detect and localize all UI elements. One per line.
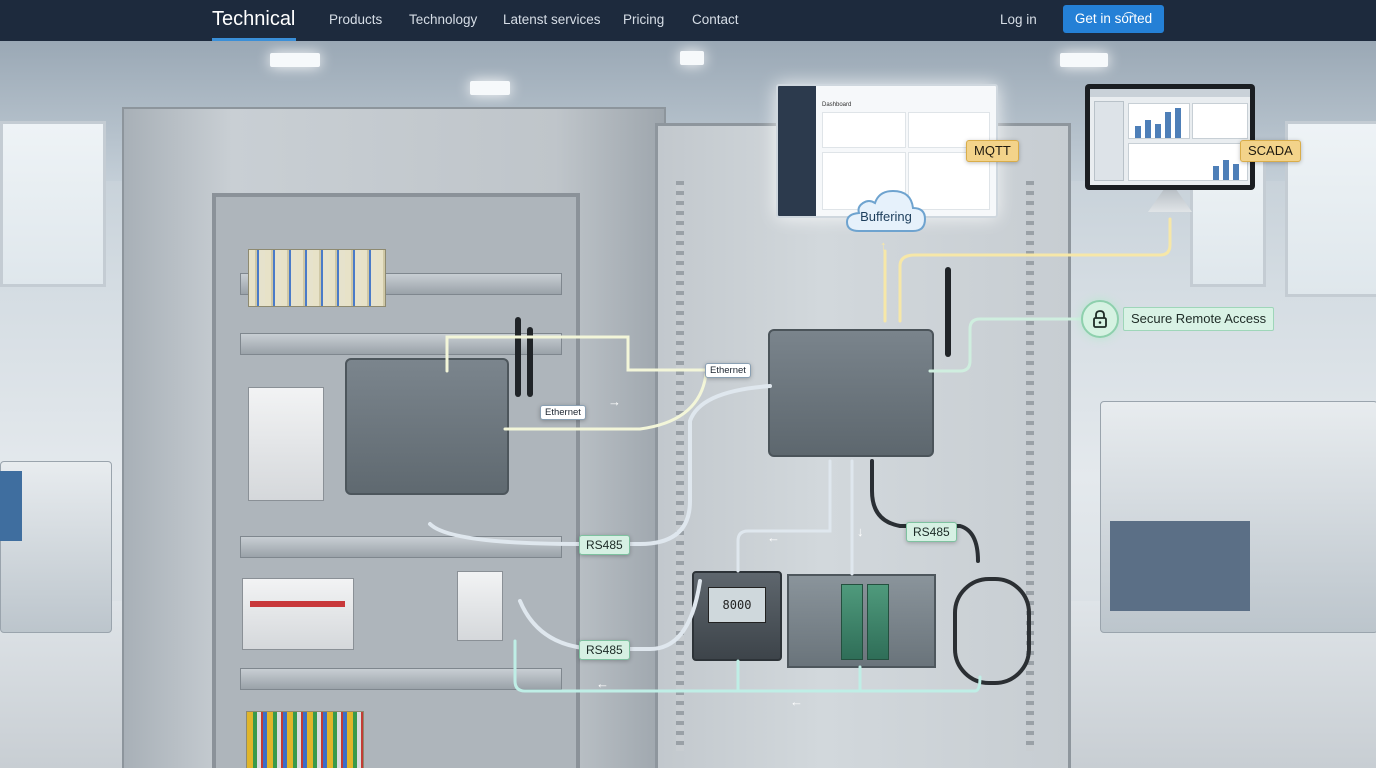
rs485-label: RS485 xyxy=(579,535,630,555)
login-link[interactable]: Log in xyxy=(1000,11,1037,28)
brand-logo[interactable]: Technical xyxy=(212,6,295,32)
secure-remote-access: Secure Remote Access xyxy=(1081,300,1275,338)
nav-link-contact[interactable]: Contact xyxy=(692,11,739,28)
ethernet-label: Ethernet xyxy=(705,363,751,378)
rs485-cable xyxy=(428,384,772,546)
scada-screen xyxy=(1090,89,1250,185)
ethernet-line xyxy=(445,335,708,373)
get-started-button[interactable]: Get in so͡rted xyxy=(1063,5,1164,33)
dashboard-sidebar xyxy=(778,86,816,216)
rs485-cable-dark xyxy=(870,459,980,563)
brand-active-underline xyxy=(212,38,296,41)
top-nav: Technical Products Technology Latenst se… xyxy=(0,0,1376,41)
hero-illustration: 8000 → ← ← ← ↓ ↑ Ethernet Ethernet RS485 xyxy=(0,41,1376,768)
flow-arrow-icon: ← xyxy=(790,694,803,709)
dashboard-title: Dashboard xyxy=(822,102,852,108)
nav-link-products[interactable]: Products xyxy=(329,11,382,28)
flow-arrow-icon: ↓ xyxy=(857,524,864,539)
scada-monitor xyxy=(1085,84,1255,190)
ethernet-line xyxy=(503,372,708,431)
secure-access-line xyxy=(928,317,1084,373)
rs485-label: RS485 xyxy=(906,522,957,542)
device-cable xyxy=(736,459,832,573)
nav-link-services[interactable]: Latenst services xyxy=(503,11,601,28)
rs485-cable xyxy=(518,579,702,651)
secure-access-label: Secure Remote Access xyxy=(1123,307,1275,331)
nav-link-technology[interactable]: Technology xyxy=(409,11,477,28)
flow-arrow-icon: ↑ xyxy=(880,238,887,253)
flow-arrow-icon: ← xyxy=(596,676,609,691)
lock-icon xyxy=(1081,300,1119,338)
rs485-label: RS485 xyxy=(579,640,630,660)
flow-arrow-icon: → xyxy=(608,394,621,409)
dashboard-card xyxy=(822,112,906,148)
mqtt-label: MQTT xyxy=(966,140,1019,162)
ethernet-label: Ethernet xyxy=(540,405,586,420)
buffering-label: Buffering xyxy=(860,209,912,224)
nav-link-pricing[interactable]: Pricing xyxy=(623,11,664,28)
scada-label: SCADA xyxy=(1240,140,1301,162)
flow-arrow-icon: ← xyxy=(767,530,780,545)
